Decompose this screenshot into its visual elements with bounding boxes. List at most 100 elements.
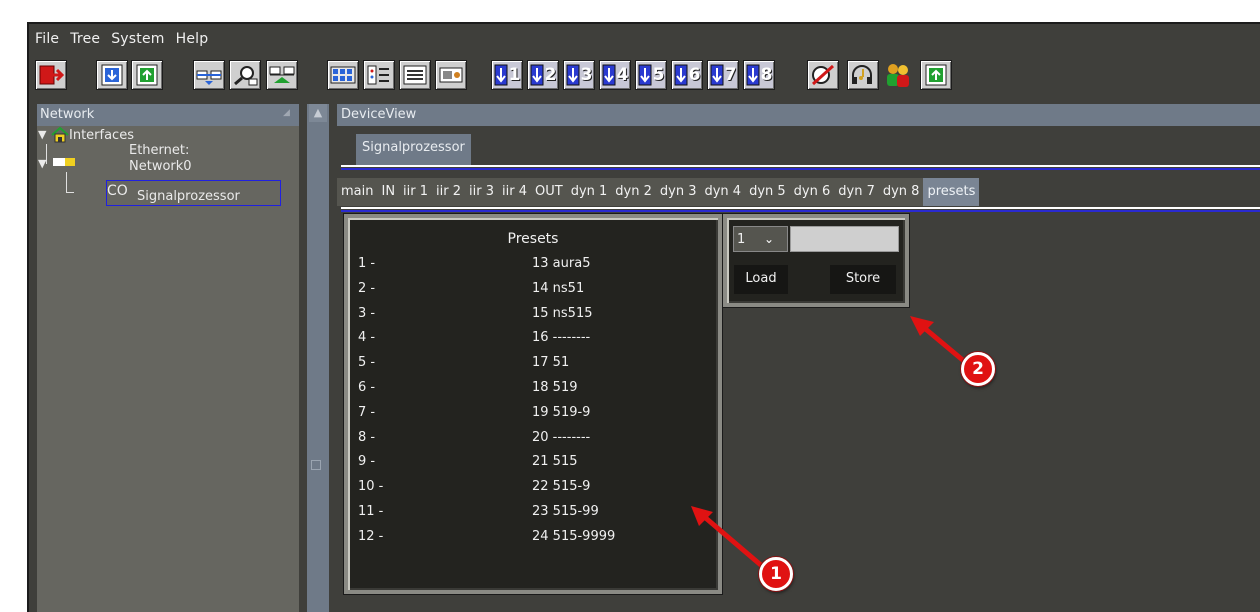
preset-3-button[interactable]: 3 — [563, 60, 595, 90]
preset-slot-right[interactable]: 24 515-9999 — [532, 529, 615, 544]
network-tree-icon — [269, 66, 295, 83]
panel-collapse-icon[interactable]: ◢ — [283, 108, 293, 118]
expand-toggle-icon[interactable]: ▼ — [38, 128, 46, 141]
tab-dyn-5[interactable]: dyn 5 — [745, 178, 790, 206]
tab-dyn-3[interactable]: dyn 3 — [656, 178, 701, 206]
tab-iir-1[interactable]: iir 1 — [399, 178, 432, 206]
upload-button[interactable] — [131, 60, 163, 90]
tab-dyn-2[interactable]: dyn 2 — [611, 178, 656, 206]
tab-iir-4[interactable]: iir 4 — [498, 178, 531, 206]
tab-out[interactable]: OUT — [531, 178, 567, 206]
list-view-button[interactable] — [399, 60, 431, 90]
arrow-down-icon — [674, 64, 688, 86]
preset-slot-left[interactable]: 1 - — [358, 256, 375, 271]
preset-select-value: 1 — [737, 231, 746, 247]
preset-slot-right[interactable]: 17 51 — [532, 355, 569, 370]
network-tree-button[interactable] — [266, 60, 298, 90]
preset-1-button[interactable]: 1 — [491, 60, 523, 90]
preset-slot-left[interactable]: 6 - — [358, 380, 375, 395]
tab-main[interactable]: main — [337, 178, 377, 206]
preset-8-button[interactable]: 8 — [743, 60, 775, 90]
splitter-grip[interactable] — [311, 460, 321, 470]
separator-lower — [341, 207, 1260, 212]
device-view-title: DeviceView — [337, 104, 1260, 126]
device-grid-button[interactable] — [327, 60, 359, 90]
preset-slot-left[interactable]: 12 - — [358, 529, 383, 544]
menu-system[interactable]: System — [111, 31, 164, 47]
ethernet-network-name[interactable]: Network0 — [129, 159, 192, 174]
tab-dyn-6[interactable]: dyn 6 — [790, 178, 835, 206]
device-tab-signalprozessor[interactable]: Signalprozessor — [356, 134, 471, 165]
preset-number-select[interactable]: 1 ⌄ — [733, 226, 788, 252]
tab-iir-2[interactable]: iir 2 — [432, 178, 465, 206]
preset-slot-left[interactable]: 8 - — [358, 430, 375, 445]
tree-connector — [66, 172, 67, 192]
upload-green-button[interactable] — [920, 60, 952, 90]
presets-list-panel: Presets 1 - 13 aura5 2 - 14 ns51 3 - 15 ns515… — [344, 214, 722, 594]
tab-dyn-1[interactable]: dyn 1 — [567, 178, 612, 206]
expand-toggle-icon[interactable]: ▼ — [38, 157, 46, 170]
preset-8-number: 8 — [760, 65, 773, 85]
arrow-down-icon — [566, 64, 580, 86]
monitor-button[interactable] — [435, 60, 467, 90]
network-connect-button[interactable] — [193, 60, 225, 90]
menu-file[interactable]: File — [35, 31, 59, 47]
menu-tree[interactable]: Tree — [70, 31, 100, 47]
preset-slot-left[interactable]: 3 - — [358, 306, 375, 321]
preset-slot-left[interactable]: 4 - — [358, 330, 375, 345]
menu-help[interactable]: Help — [176, 31, 209, 47]
store-button[interactable]: Store — [830, 265, 896, 294]
arrow-down-icon — [710, 64, 724, 86]
preset-slot-right[interactable]: 16 -------- — [532, 330, 590, 345]
tab-dyn-8[interactable]: dyn 8 — [879, 178, 924, 206]
tree-item-interfaces[interactable]: Interfaces — [69, 128, 134, 143]
preset-slot-left[interactable]: 11 - — [358, 504, 383, 519]
preset-slot-right[interactable]: 23 515-99 — [532, 504, 599, 519]
preset-slot-left[interactable]: 7 - — [358, 405, 375, 420]
tree-list-button[interactable] — [363, 60, 395, 90]
preset-name-input[interactable] — [790, 226, 899, 252]
preset-slot-right[interactable]: 15 ns515 — [532, 306, 593, 321]
tab-dyn-4[interactable]: dyn 4 — [700, 178, 745, 206]
users-button[interactable] — [882, 60, 914, 90]
preset-5-button[interactable]: 5 — [635, 60, 667, 90]
preset-slot-left[interactable]: 5 - — [358, 355, 375, 370]
preset-5-number: 5 — [652, 65, 665, 85]
tree-list-icon — [367, 65, 389, 85]
tab-in[interactable]: IN — [377, 178, 399, 206]
exit-button[interactable] — [35, 60, 67, 90]
headphones-icon — [852, 65, 872, 84]
preset-slot-right[interactable]: 18 519 — [532, 380, 578, 395]
tab-presets[interactable]: presets — [923, 178, 980, 206]
tab-iir-3[interactable]: iir 3 — [465, 178, 498, 206]
headphones-button[interactable] — [847, 60, 879, 90]
tab-dyn-7[interactable]: dyn 7 — [834, 178, 879, 206]
arrow-down-icon — [638, 64, 652, 86]
panel-splitter[interactable]: ▲ — [307, 104, 329, 612]
load-button[interactable]: Load — [734, 265, 788, 294]
device-tree-item[interactable]: CO Signalprozessor — [106, 180, 281, 206]
menu-bar: File Tree System Help — [29, 24, 1260, 54]
splitter-collapse-icon[interactable]: ▲ — [309, 104, 327, 122]
preset-slot-right[interactable]: 14 ns51 — [532, 281, 584, 296]
preset-slot-right[interactable]: 21 515 — [532, 454, 578, 469]
preset-slot-right[interactable]: 19 519-9 — [532, 405, 590, 420]
preset-6-button[interactable]: 6 — [671, 60, 703, 90]
mute-icon — [811, 64, 835, 86]
preset-slot-left[interactable]: 10 - — [358, 479, 383, 494]
download-button[interactable] — [96, 60, 128, 90]
preset-slot-right[interactable]: 20 -------- — [532, 430, 590, 445]
screenshot-frame-left — [0, 22, 29, 612]
preset-slot-left[interactable]: 2 - — [358, 281, 375, 296]
download-icon — [101, 64, 123, 86]
network-search-button[interactable] — [229, 60, 261, 90]
preset-slot-right[interactable]: 22 515-9 — [532, 479, 590, 494]
preset-slot-left[interactable]: 9 - — [358, 454, 375, 469]
preset-7-button[interactable]: 7 — [707, 60, 739, 90]
preset-2-button[interactable]: 2 — [527, 60, 559, 90]
preset-slot-right[interactable]: 13 aura5 — [532, 256, 590, 271]
network-connect-icon — [196, 70, 222, 85]
exit-icon — [39, 65, 64, 85]
mute-button[interactable] — [807, 60, 839, 90]
preset-4-button[interactable]: 4 — [599, 60, 631, 90]
